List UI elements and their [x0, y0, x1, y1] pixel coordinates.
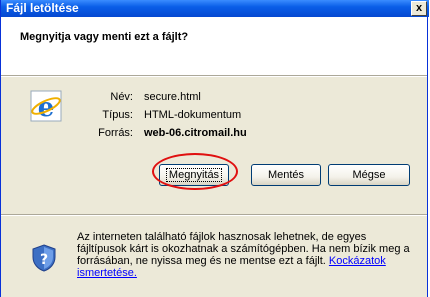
file-type-label: Típus: [102, 109, 133, 121]
cancel-button[interactable]: Mégse [328, 164, 410, 186]
file-source-label: Forrás: [98, 127, 133, 139]
cancel-button-label: Mégse [352, 169, 386, 181]
file-type-value: HTML-dokumentum [144, 109, 242, 121]
file-download-dialog: Fájl letöltése x Megnyitja vagy menti ez… [0, 0, 429, 297]
file-name-value: secure.html [144, 91, 201, 103]
divider [1, 214, 427, 216]
close-button[interactable]: x [411, 1, 427, 16]
close-icon: x [415, 2, 423, 14]
divider [1, 75, 427, 77]
security-warning: Az interneten található fájlok hasznosak… [77, 231, 417, 279]
file-source-value: web-06.citromail.hu [144, 127, 247, 139]
title-bar[interactable]: Fájl letöltése x [1, 0, 429, 17]
svg-text:?: ? [40, 252, 48, 268]
header-panel [1, 17, 427, 75]
open-button-label: Megnyitás [165, 168, 223, 182]
window-title: Fájl letöltése [6, 1, 79, 15]
file-name-label: Név: [110, 91, 133, 103]
save-button[interactable]: Mentés [251, 164, 321, 186]
download-question: Megnyitja vagy menti ezt a fájlt? [20, 31, 189, 43]
save-button-label: Mentés [267, 169, 305, 181]
shield-icon: ? [32, 244, 56, 272]
open-button[interactable]: Megnyitás [159, 164, 229, 186]
